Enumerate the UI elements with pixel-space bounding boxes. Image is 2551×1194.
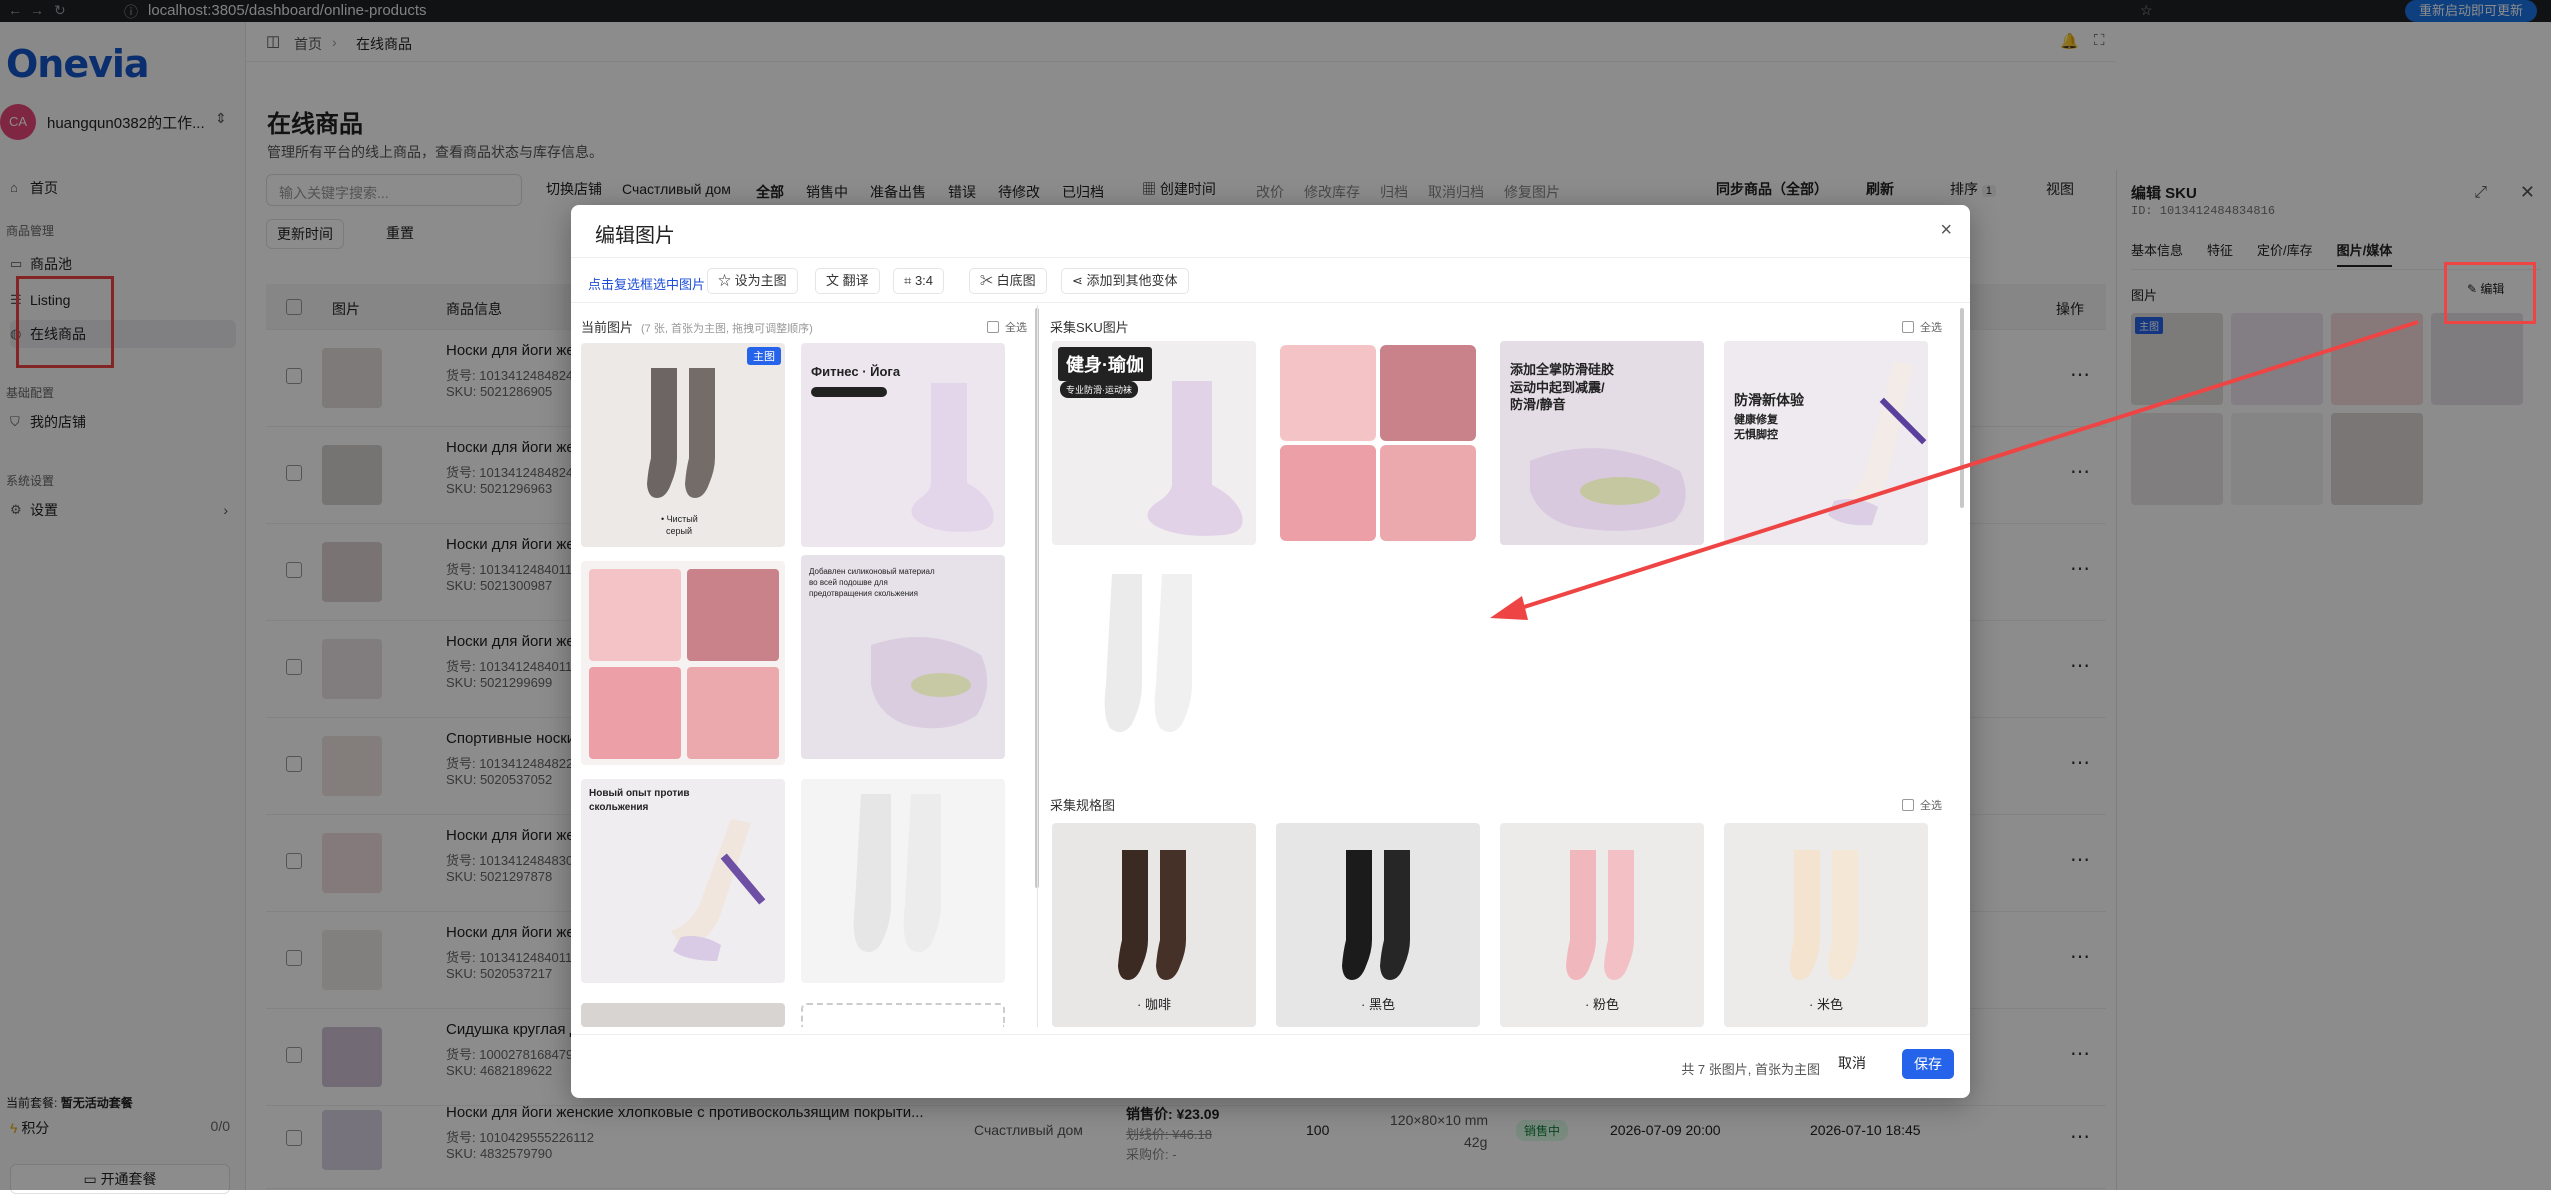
annotation-arrow (1490, 320, 2419, 620)
